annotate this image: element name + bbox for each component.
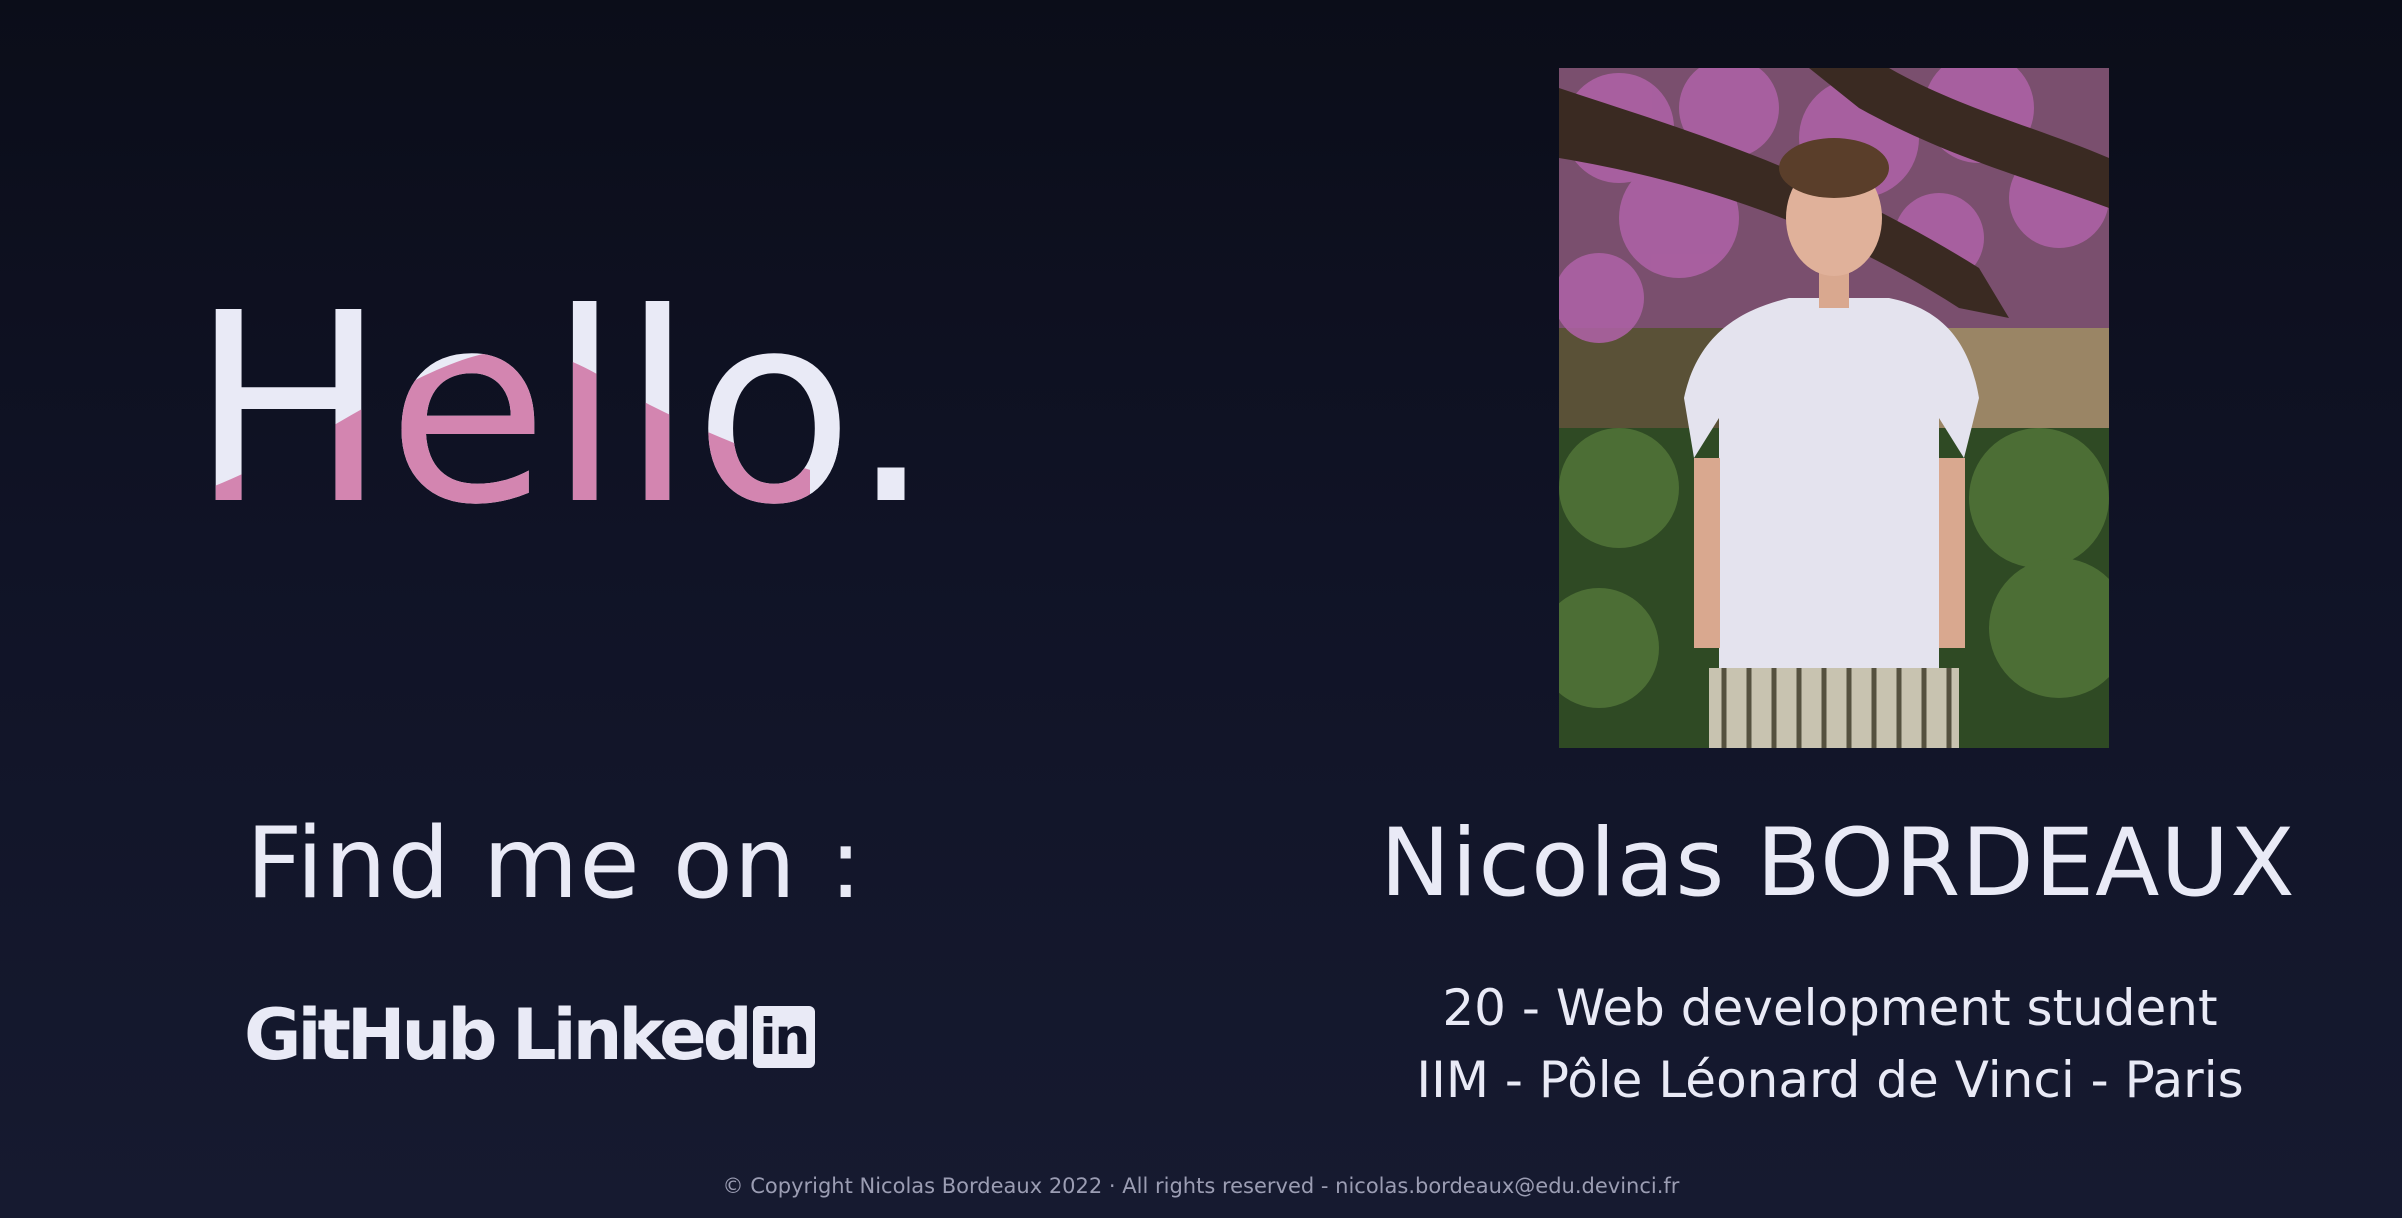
social-links: GitHub Linked in bbox=[244, 995, 844, 1075]
profile-info: 20 - Web development student IIM - Pôle … bbox=[1380, 972, 2280, 1116]
footer-copyright: © Copyright Nicolas Bordeaux 2022 · All … bbox=[722, 1174, 1680, 1198]
profile-photo bbox=[1559, 68, 2109, 748]
github-link[interactable]: GitHub bbox=[244, 995, 497, 1075]
hello-heading: Hello. Hello. bbox=[190, 255, 910, 525]
linkedin-icon: in bbox=[752, 1006, 815, 1068]
linkedin-link[interactable]: Linked in bbox=[512, 995, 815, 1075]
find-me-heading: Find me on : bbox=[246, 807, 864, 921]
profile-school: IIM - Pôle Léonard de Vinci - Paris bbox=[1416, 1051, 2244, 1109]
profile-age-role: 20 - Web development student bbox=[1442, 979, 2218, 1037]
profile-name: Nicolas BORDEAUX bbox=[1380, 809, 2296, 918]
linkedin-wordmark: Linked bbox=[512, 994, 753, 1076]
linkedin-badge-text: in bbox=[759, 1008, 810, 1066]
